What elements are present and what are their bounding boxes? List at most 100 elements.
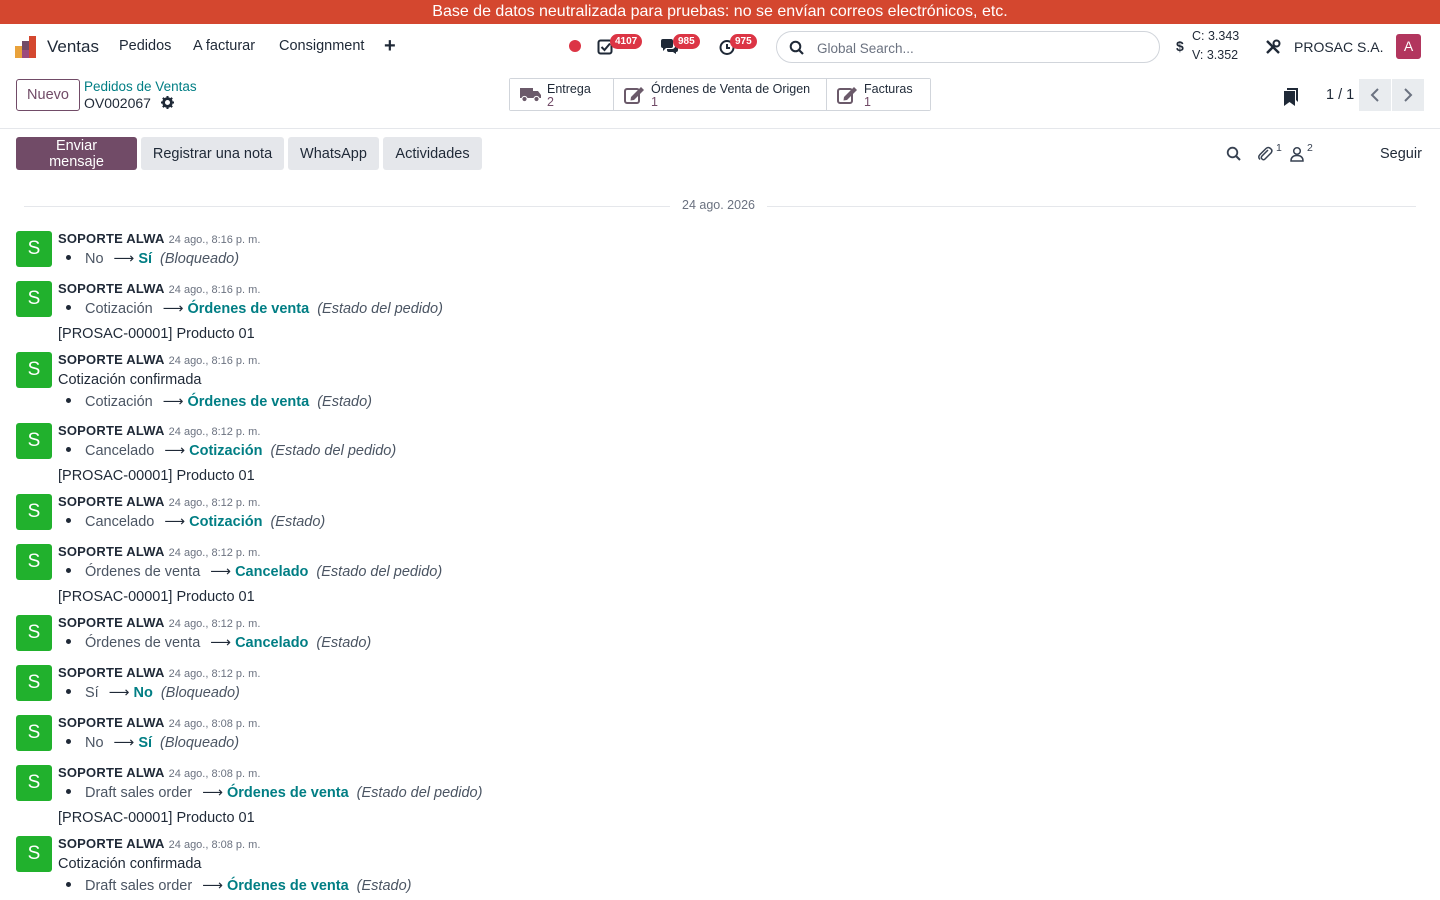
author-avatar[interactable]: S [16, 715, 52, 751]
author-avatar[interactable]: S [16, 423, 52, 459]
activities-button[interactable]: Actividades [383, 137, 482, 170]
message-author[interactable]: SOPORTE ALWA 24 ago., 8:12 p. m. [58, 494, 260, 509]
message-author[interactable]: SOPORTE ALWA 24 ago., 8:16 p. m. [58, 231, 260, 246]
tracking-old-value: Cancelado [85, 443, 155, 459]
whatsapp-button[interactable]: WhatsApp [288, 137, 379, 170]
bullet-icon [66, 518, 71, 524]
arrow-right-icon: ⟶ [113, 735, 135, 751]
new-button[interactable]: Nuevo [16, 79, 80, 111]
author-name[interactable]: SOPORTE ALWA [58, 836, 165, 851]
breadcrumb-link[interactable]: Pedidos de Ventas [84, 79, 197, 94]
tracking-value: Órdenes de venta ⟶ Cancelado (Estado del pe… [58, 564, 442, 580]
smart-button-facturas[interactable]: Facturas 1 [827, 79, 930, 110]
smart-button-entrega[interactable]: Entrega 2 [510, 79, 614, 110]
message-author[interactable]: SOPORTE ALWA 24 ago., 8:12 p. m. [58, 423, 260, 438]
author-avatar[interactable]: S [16, 494, 52, 530]
log-note-button[interactable]: Registrar una nota [141, 137, 284, 170]
record-dot-icon[interactable] [568, 39, 582, 53]
tracking-value: Draft sales order ⟶ Órdenes de venta (Estad… [58, 785, 482, 801]
follow-button[interactable]: Seguir [1380, 146, 1422, 162]
message-author[interactable]: SOPORTE ALWA 24 ago., 8:16 p. m. [58, 281, 260, 296]
author-avatar[interactable]: S [16, 544, 52, 580]
message-time: 24 ago., 8:12 p. m. [168, 547, 261, 559]
author-name[interactable]: SOPORTE ALWA [58, 423, 165, 438]
author-avatar[interactable]: S [16, 352, 52, 388]
author-avatar[interactable]: S [16, 665, 52, 701]
send-message-button[interactable]: Enviar mensaje [16, 137, 137, 170]
smart-button-count: 1 [864, 95, 871, 109]
smart-button-origin-orders[interactable]: Órdenes de Venta de Origen 1 [614, 79, 827, 110]
author-avatar[interactable]: S [16, 836, 52, 872]
author-avatar[interactable]: S [16, 765, 52, 801]
tracking-value: No ⟶ Sí (Bloqueado) [58, 735, 239, 751]
tracking-new-value: No [133, 685, 153, 701]
message-author[interactable]: SOPORTE ALWA 24 ago., 8:16 p. m. [58, 352, 260, 367]
message-body: Cotización confirmada [58, 856, 202, 872]
author-name[interactable]: SOPORTE ALWA [58, 715, 165, 730]
arrow-right-icon: ⟶ [164, 514, 186, 530]
author-avatar[interactable]: S [16, 231, 52, 267]
debug-tools-icon[interactable] [1265, 39, 1281, 55]
author-name[interactable]: SOPORTE ALWA [58, 665, 165, 680]
menu-pedidos[interactable]: Pedidos [119, 38, 171, 54]
menu-consignment[interactable]: Consignment [279, 38, 364, 54]
pager-next-button[interactable] [1392, 79, 1424, 111]
arrow-right-icon: ⟶ [162, 394, 184, 410]
tracking-field-name: (Estado) [316, 635, 372, 651]
menu-plus-icon[interactable]: + [384, 35, 396, 58]
gear-icon[interactable] [161, 96, 174, 109]
message-author[interactable]: SOPORTE ALWA 24 ago., 8:12 p. m. [58, 544, 260, 559]
message-author[interactable]: SOPORTE ALWA 24 ago., 8:08 p. m. [58, 765, 260, 780]
smart-button-label: Órdenes de Venta de Origen [651, 82, 811, 96]
author-name[interactable]: SOPORTE ALWA [58, 494, 165, 509]
author-name[interactable]: SOPORTE ALWA [58, 615, 165, 630]
tracking-old-value: Cancelado [85, 514, 155, 530]
app-logo-icon[interactable] [15, 36, 37, 58]
message-time: 24 ago., 8:12 p. m. [168, 618, 261, 630]
tracking-old-value: Órdenes de venta [85, 564, 201, 580]
edit-icon [837, 87, 857, 104]
tracking-old-value: Cotización [85, 394, 153, 410]
message-author[interactable]: SOPORTE ALWA 24 ago., 8:12 p. m. [58, 615, 260, 630]
tracking-field-name: (Estado) [317, 394, 372, 410]
message-author[interactable]: SOPORTE ALWA 24 ago., 8:12 p. m. [58, 665, 260, 680]
control-panel: Nuevo Pedidos de Ventas OV002067 Entrega… [0, 70, 1440, 129]
tracking-field-name: (Estado del pedido) [270, 443, 397, 459]
message-author[interactable]: SOPORTE ALWA 24 ago., 8:08 p. m. [58, 836, 260, 851]
global-search-input[interactable] [817, 38, 1147, 58]
arrow-right-icon: ⟶ [108, 685, 130, 701]
search-messages-icon[interactable] [1226, 146, 1242, 162]
bullet-icon [66, 639, 71, 645]
tracking-field-name: (Bloqueado) [160, 735, 240, 751]
global-search-box[interactable] [776, 31, 1160, 63]
author-name[interactable]: SOPORTE ALWA [58, 544, 165, 559]
followers-user-icon[interactable] [1290, 146, 1304, 162]
date-separator: 24 ago. 2026 [24, 198, 1416, 214]
author-name[interactable]: SOPORTE ALWA [58, 765, 165, 780]
app-name[interactable]: Ventas [47, 37, 99, 57]
chatter-toolbar: Enviar mensaje Registrar una nota WhatsA… [0, 137, 1440, 171]
author-avatar[interactable]: S [16, 615, 52, 651]
company-switcher[interactable]: PROSAC S.A. [1294, 39, 1383, 55]
pager-value[interactable]: 1 / 1 [1326, 87, 1354, 103]
bullet-icon [66, 882, 71, 888]
author-avatar[interactable]: S [16, 281, 52, 317]
test-database-banner: Base de datos neutralizada para pruebas:… [0, 0, 1440, 24]
author-name[interactable]: SOPORTE ALWA [58, 231, 165, 246]
arrow-right-icon: ⟶ [164, 443, 186, 459]
rate-sell: V: 3.352 [1192, 48, 1239, 62]
bookmark-icon[interactable] [1284, 88, 1298, 106]
message-author[interactable]: SOPORTE ALWA 24 ago., 8:08 p. m. [58, 715, 260, 730]
tracking-new-value: Órdenes de venta [226, 878, 349, 894]
tracking-value: Cotización ⟶ Órdenes de venta (Estado) [58, 394, 372, 410]
user-avatar[interactable]: A [1396, 34, 1421, 59]
pager-previous-button[interactable] [1359, 79, 1391, 111]
bullet-icon [66, 739, 71, 745]
menu-a-facturar[interactable]: A facturar [193, 38, 255, 54]
message-time: 24 ago., 8:12 p. m. [168, 497, 261, 509]
message-time: 24 ago., 8:16 p. m. [168, 234, 261, 246]
tracking-new-value: Sí [138, 251, 153, 267]
paperclip-icon[interactable] [1257, 146, 1273, 162]
author-name[interactable]: SOPORTE ALWA [58, 352, 165, 367]
author-name[interactable]: SOPORTE ALWA [58, 281, 165, 296]
